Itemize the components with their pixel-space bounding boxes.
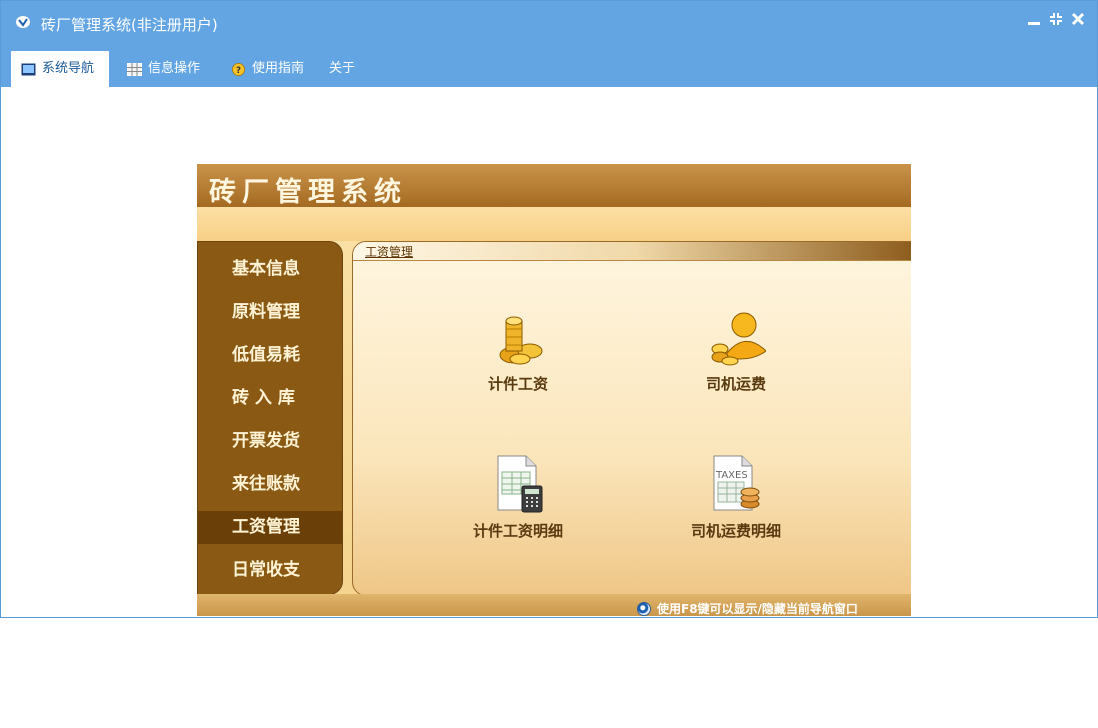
module-area: 工资管理 计件工资 司机运费 计件工资明细 TAXES 司机运费明细	[352, 241, 911, 596]
coins-icon	[499, 316, 543, 365]
monitor-icon	[21, 63, 36, 75]
nav-item-basic-info[interactable]: 基本信息	[198, 253, 342, 286]
help-icon: ?	[232, 62, 245, 76]
app-logo-icon	[16, 16, 30, 28]
nav-item-consumables[interactable]: 低值易耗	[198, 339, 342, 372]
menu-label: 关于	[329, 61, 356, 76]
title-bar: 砖厂管理系统(非注册用户)	[1, 1, 1097, 45]
taxes-sheet-icon: TAXES	[713, 455, 760, 511]
menu-info-ops[interactable]: 信息操作	[117, 51, 213, 87]
menu-system-nav[interactable]: 系统导航	[11, 51, 109, 87]
panel-title: 砖厂管理系统	[209, 177, 407, 208]
panel-header: 砖厂管理系统	[197, 164, 911, 208]
module-title-bar: 工资管理	[353, 242, 911, 261]
menu-bar: 系统导航 信息操作 ? 使用指南 关于	[1, 45, 1097, 87]
tile-piece-wage[interactable]: 计件工资	[448, 307, 588, 407]
nav-item-wages[interactable]: 工资管理	[198, 511, 342, 544]
tile-label: 司机运费	[705, 375, 766, 393]
menu-user-guide[interactable]: ? 使用指南	[221, 51, 317, 87]
nav-item-invoicing[interactable]: 开票发货	[198, 425, 342, 458]
info-icon	[637, 601, 651, 616]
calculator-sheet-icon	[497, 455, 543, 513]
grid-icon	[127, 62, 142, 76]
navigation-panel: 砖厂管理系统 基本信息 原料管理 低值易耗 砖 入 库 开票发货 来往账款 工资…	[197, 164, 911, 616]
tile-piece-wage-detail[interactable]: 计件工资明细	[448, 454, 588, 554]
svg-text:?: ?	[236, 65, 241, 75]
panel-strip	[197, 207, 911, 241]
category-nav: 基本信息 原料管理 低值易耗 砖 入 库 开票发货 来往账款 工资管理 日常收支	[197, 241, 343, 595]
nav-item-brick-storage[interactable]: 砖 入 库	[198, 382, 342, 415]
window-title: 砖厂管理系统(非注册用户)	[41, 16, 218, 34]
menu-about[interactable]: 关于	[319, 51, 371, 87]
tile-driver-freight-detail[interactable]: TAXES 司机运费明细	[666, 454, 806, 554]
menu-label: 使用指南	[252, 61, 305, 76]
user-coins-icon	[711, 312, 766, 366]
close-icon[interactable]	[1069, 11, 1087, 31]
tile-driver-freight[interactable]: 司机运费	[666, 307, 806, 407]
tile-label: 计件工资	[487, 375, 548, 393]
nav-item-daily-finance[interactable]: 日常收支	[198, 554, 342, 587]
tile-label: 计件工资明细	[472, 522, 563, 540]
minimize-icon[interactable]	[1025, 11, 1043, 31]
module-title: 工资管理	[365, 245, 414, 259]
nav-item-accounts[interactable]: 来往账款	[198, 468, 342, 501]
tile-label: 司机运费明细	[690, 522, 781, 540]
hint-text: 使用F8键可以显示/隐藏当前导航窗口	[657, 602, 858, 616]
menu-label: 信息操作	[148, 61, 201, 76]
taxes-text: TAXES	[715, 470, 748, 481]
f8-hint: 使用F8键可以显示/隐藏当前导航窗口	[637, 600, 858, 616]
nav-item-materials[interactable]: 原料管理	[198, 296, 342, 329]
menu-label: 系统导航	[42, 61, 95, 76]
restore-icon[interactable]	[1047, 11, 1065, 31]
